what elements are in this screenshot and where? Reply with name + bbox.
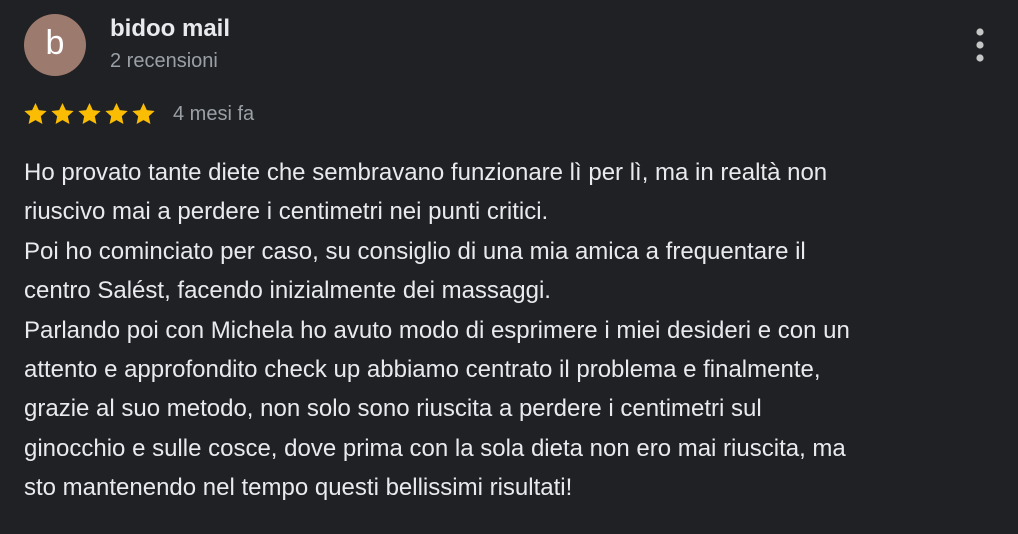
author-review-count: 2 recensioni xyxy=(110,50,218,72)
review-text-line: riuscivo mai a perdere i centimetri nei … xyxy=(24,198,549,226)
review-card: b bidoo mail 2 recensioni 4 mesi fa Ho p… xyxy=(0,0,1018,534)
review-text-line: ginocchio e sulle cosce, dove prima con … xyxy=(24,434,846,462)
star-icon xyxy=(105,102,128,124)
review-text-line: Ho provato tante diete che sembravano fu… xyxy=(24,159,828,186)
review-text-line: grazie al suo metodo, non solo sono rius… xyxy=(24,395,762,423)
star-icon xyxy=(78,102,101,124)
star-icon xyxy=(132,102,155,124)
review-text-line: sto mantenendo nel tempo questi bellissi… xyxy=(24,474,573,502)
rating-row: 4 mesi fa xyxy=(22,100,254,128)
review-text-line: attento e approfondito check up abbiamo … xyxy=(24,356,821,384)
avatar[interactable]: b xyxy=(24,14,86,76)
more-vert-icon xyxy=(976,28,984,62)
review-text: Ho provato tante diete che sembravano fu… xyxy=(24,153,1009,508)
star-icon xyxy=(24,102,47,124)
star-icon xyxy=(51,102,74,124)
review-text-line: Poi ho cominciato per caso, su consiglio… xyxy=(24,237,806,265)
more-options-button[interactable] xyxy=(964,26,996,66)
author-name[interactable]: bidoo mail xyxy=(110,15,230,43)
star-rating xyxy=(22,101,157,127)
review-date: 4 mesi fa xyxy=(173,102,255,125)
review-text-line: Parlando poi con Michela ho avuto modo d… xyxy=(24,316,850,344)
review-text-line: centro Salést, facendo inizialmente dei … xyxy=(24,277,551,305)
